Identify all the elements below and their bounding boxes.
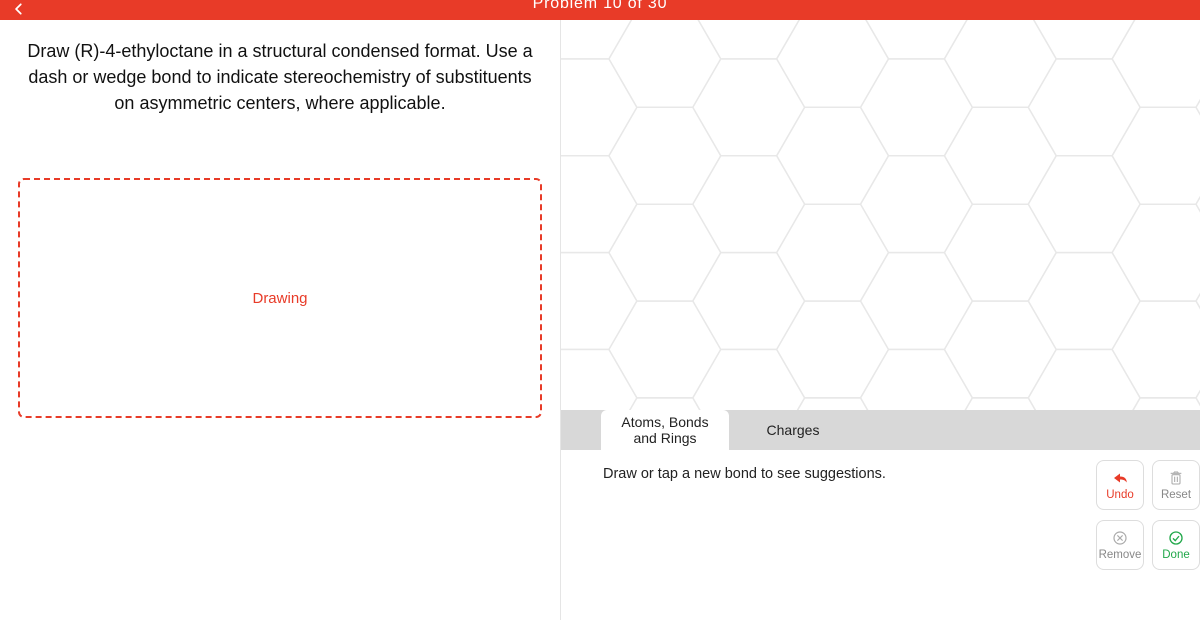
remove-label: Remove	[1099, 549, 1142, 561]
reset-label: Reset	[1161, 489, 1191, 501]
question-text: Draw (R)-4-ethyloctane in a structural c…	[18, 38, 542, 116]
drawing-dropzone[interactable]: Drawing	[18, 178, 542, 418]
main-area: Draw (R)-4-ethyloctane in a structural c…	[0, 20, 1200, 620]
left-panel: Draw (R)-4-ethyloctane in a structural c…	[0, 20, 560, 620]
tool-panel-body: Draw or tap a new bond to see suggestion…	[561, 450, 1200, 620]
tool-hint: Draw or tap a new bond to see suggestion…	[581, 466, 1180, 482]
tool-buttons: Undo Reset	[1096, 460, 1200, 570]
done-label: Done	[1162, 549, 1190, 561]
tool-tabs: Atoms, Bonds and Rings Charges	[561, 410, 1200, 450]
undo-button[interactable]: Undo	[1096, 460, 1144, 510]
tab-atoms-bonds-rings[interactable]: Atoms, Bonds and Rings	[601, 410, 729, 450]
undo-icon	[1111, 469, 1129, 487]
remove-icon	[1111, 529, 1129, 547]
header-title: Problem 10 of 30	[533, 0, 668, 13]
tool-panel: Atoms, Bonds and Rings Charges Draw or t…	[561, 410, 1200, 620]
trash-icon	[1167, 469, 1185, 487]
reset-button[interactable]: Reset	[1152, 460, 1200, 510]
done-button[interactable]: Done	[1152, 520, 1200, 570]
remove-button[interactable]: Remove	[1096, 520, 1144, 570]
right-panel: Atoms, Bonds and Rings Charges Draw or t…	[560, 20, 1200, 620]
app-header: Problem 10 of 30	[0, 0, 1200, 20]
tab-charges[interactable]: Charges	[729, 410, 857, 450]
check-icon	[1167, 529, 1185, 547]
back-icon[interactable]	[12, 0, 26, 20]
drawing-label: Drawing	[252, 290, 307, 307]
undo-label: Undo	[1106, 489, 1134, 501]
